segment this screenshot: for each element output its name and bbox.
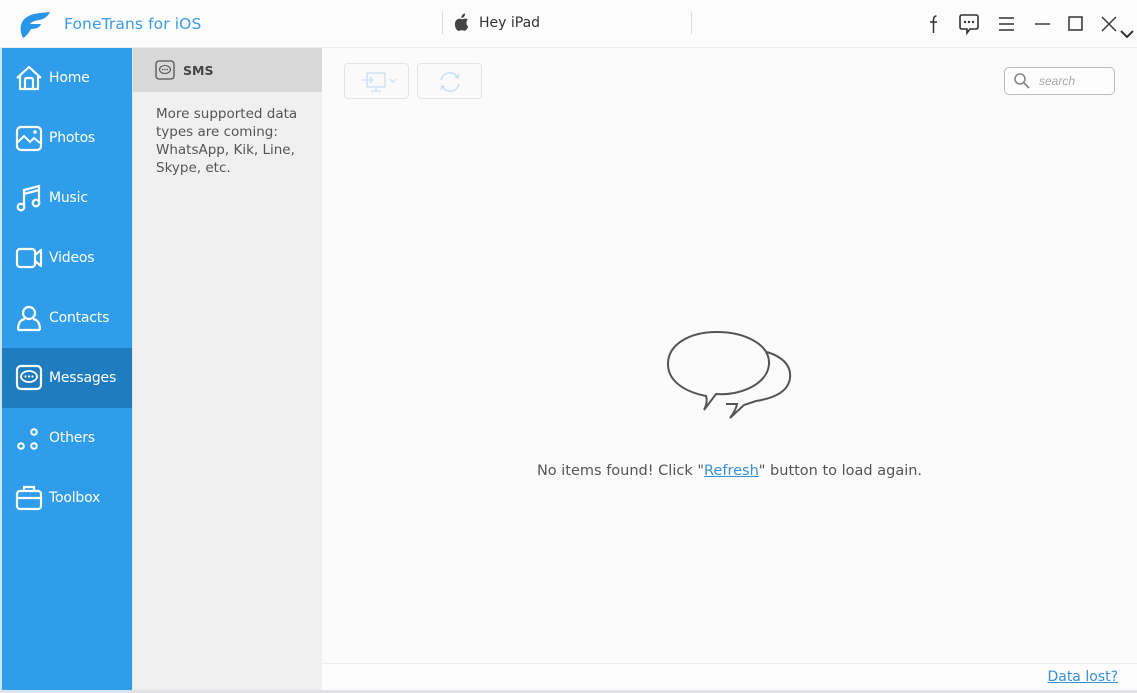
chevron-down-icon[interactable] (1119, 28, 1135, 40)
sidebar-item-videos[interactable]: Videos (2, 228, 132, 288)
sidebar-item-messages[interactable]: Messages (2, 348, 132, 408)
empty-state-suffix: " button to load again. (758, 463, 923, 479)
sidebar-item-others[interactable]: Others (2, 408, 132, 468)
export-to-pc-icon (362, 72, 397, 92)
photos-icon (15, 125, 43, 152)
device-selector[interactable]: Hey iPad (452, 10, 1134, 39)
search-box (1004, 67, 1115, 95)
sidebar-item-label: Photos (49, 130, 96, 146)
feedback-icon[interactable] (957, 12, 981, 36)
menu-icon[interactable] (995, 12, 1019, 36)
device-name: Hey iPad (479, 15, 541, 31)
maximize-icon[interactable] (1064, 12, 1088, 36)
search-icon[interactable] (1013, 72, 1031, 90)
empty-state-message: No items found! Click "Refresh" button t… (322, 463, 1137, 479)
footer: Data lost? (322, 663, 1137, 690)
videos-icon (15, 247, 43, 269)
refresh-button[interactable] (417, 63, 482, 99)
sidebar-item-toolbox[interactable]: Toolbox (2, 468, 132, 528)
sidebar-item-label: Contacts (49, 310, 110, 326)
sidebar-item-label: Toolbox (49, 490, 101, 506)
chat-bubbles-icon (666, 330, 792, 419)
sms-label: SMS (183, 63, 214, 78)
sidebar-item-home[interactable]: Home (2, 48, 132, 108)
empty-state-prefix: No items found! Click " (536, 463, 704, 479)
title-bar: FoneTrans for iOS Hey iPad (0, 0, 1137, 48)
export-to-pc-button[interactable] (344, 63, 409, 99)
toolbox-icon (15, 485, 43, 511)
sidebar-item-music[interactable]: Music (2, 168, 132, 228)
music-icon (16, 184, 41, 212)
apple-icon (454, 13, 469, 31)
home-icon (16, 65, 42, 91)
app-title: FoneTrans for iOS (64, 15, 202, 33)
sidebar-item-label: Music (49, 190, 88, 206)
sms-category[interactable]: SMS (133, 48, 322, 92)
contacts-icon (16, 305, 42, 332)
sidebar-item-label: Home (49, 70, 90, 86)
divider (691, 12, 692, 34)
refresh-link[interactable]: Refresh (704, 463, 759, 479)
app-window: FoneTrans for iOS Hey iPad Home Photos M… (0, 0, 1137, 693)
others-icon (17, 428, 38, 450)
sidebar-item-contacts[interactable]: Contacts (2, 288, 132, 348)
sidebar-item-label: Videos (49, 250, 95, 266)
close-icon[interactable] (1097, 12, 1121, 36)
fonetrans-logo-icon (20, 12, 50, 38)
main-content: No items found! Click "Refresh" button t… (322, 48, 1137, 663)
sms-icon (155, 60, 175, 80)
category-panel: SMS More supported data types are coming… (132, 48, 322, 690)
data-lost-link[interactable]: Data lost? (1047, 669, 1118, 685)
supported-types-note: More supported data types are coming: Wh… (156, 106, 298, 176)
facebook-icon[interactable] (922, 12, 946, 36)
refresh-icon (440, 72, 460, 92)
sidebar-item-photos[interactable]: Photos (2, 108, 132, 168)
divider (442, 12, 443, 34)
sidebar: Home Photos Music Videos Contacts Messag… (0, 48, 132, 690)
search-input[interactable] (1039, 72, 1109, 90)
sidebar-item-label: Others (49, 430, 95, 446)
sidebar-item-label: Messages (49, 370, 117, 386)
minimize-icon[interactable] (1031, 12, 1055, 36)
messages-icon (15, 364, 43, 391)
